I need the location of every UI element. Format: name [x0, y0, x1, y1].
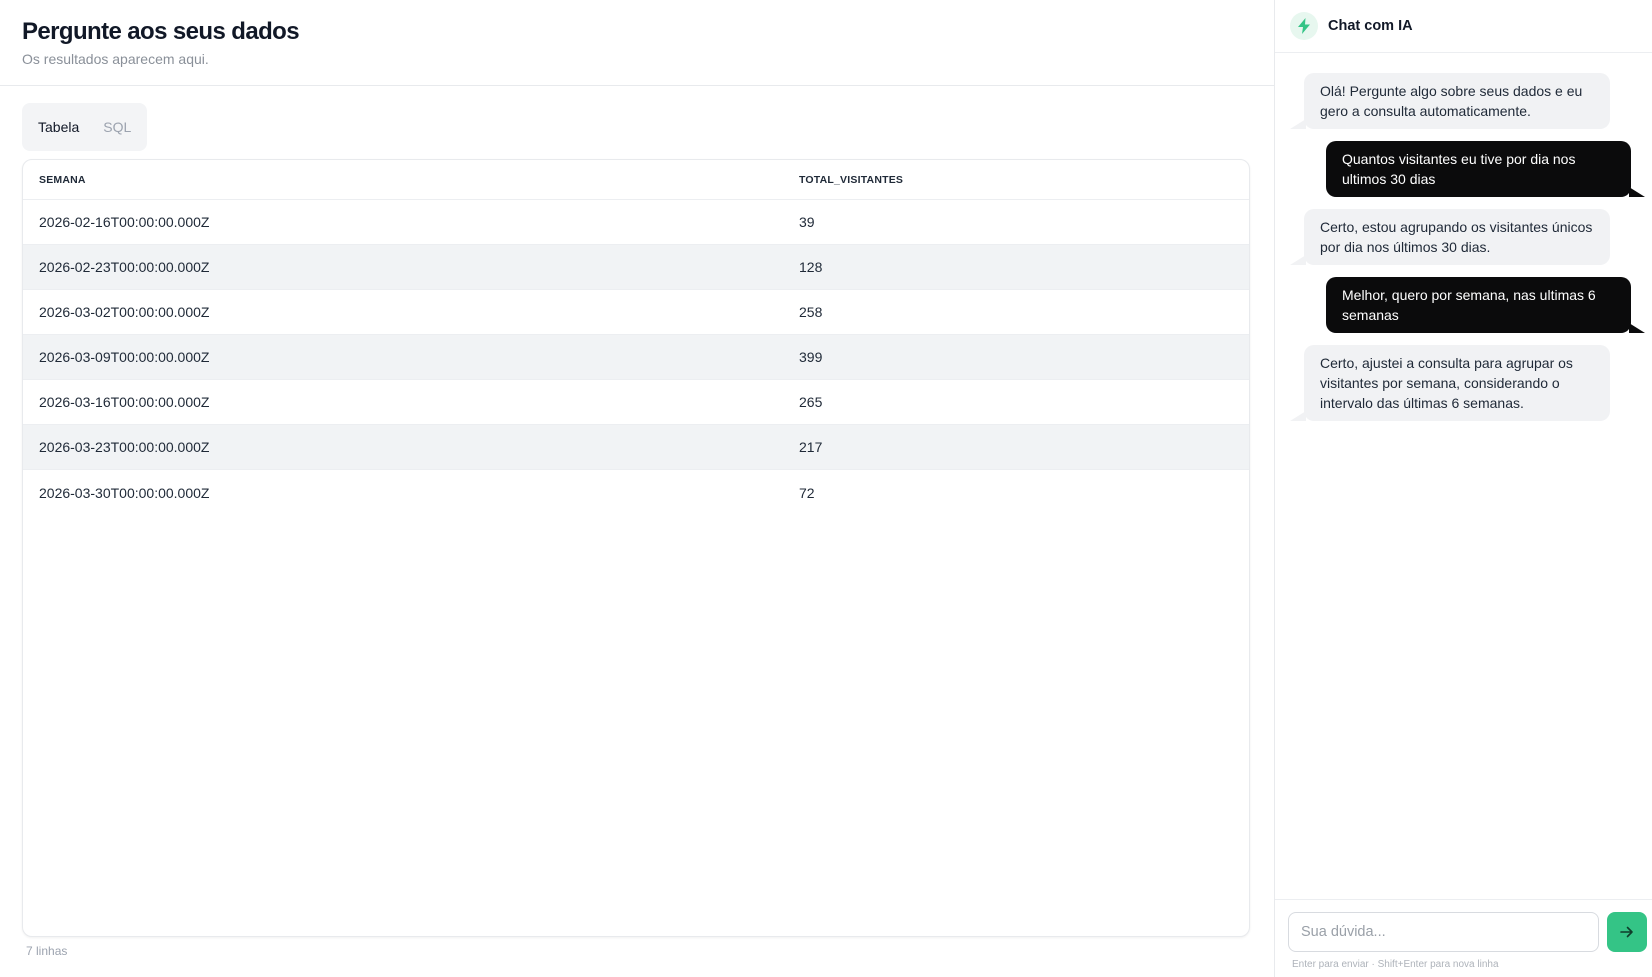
table-row: 2026-02-23T00:00:00.000Z 128	[23, 245, 1249, 290]
table-row: 2026-03-16T00:00:00.000Z 265	[23, 380, 1249, 425]
table-row: 2026-03-23T00:00:00.000Z 217	[23, 425, 1249, 470]
results-table: SEMANA TOTAL_VISITANTES 2026-02-16T00:00…	[22, 159, 1250, 937]
lightning-bolt-icon	[1290, 12, 1318, 40]
cell-semana: 2026-03-30T00:00:00.000Z	[39, 484, 210, 501]
column-header-total-visitantes[interactable]: TOTAL_VISITANTES	[799, 174, 903, 186]
ai-message: Olá! Pergunte algo sobre seus dados e eu…	[1290, 73, 1610, 129]
cell-total-visitantes: 258	[799, 304, 823, 320]
page-title: Pergunte aos seus dados	[22, 18, 300, 45]
cell-semana: 2026-02-16T00:00:00.000Z	[39, 214, 210, 230]
cell-total-visitantes: 39	[799, 214, 815, 230]
table-row: 2026-02-16T00:00:00.000Z 39	[23, 200, 1249, 245]
cell-semana: 2026-02-23T00:00:00.000Z	[39, 259, 210, 275]
table-header: SEMANA TOTAL_VISITANTES	[23, 160, 1249, 200]
cell-semana: 2026-03-09T00:00:00.000Z	[39, 349, 210, 365]
cell-total-visitantes: 72	[799, 484, 815, 501]
view-tabs: Tabela SQL	[22, 103, 148, 151]
table-body: 2026-02-16T00:00:00.000Z 39 2026-02-23T0…	[23, 200, 1249, 515]
table-row: 2026-03-30T00:00:00.000Z 72	[23, 470, 1249, 515]
cell-total-visitantes: 128	[799, 259, 823, 275]
table-row: 2026-03-09T00:00:00.000Z 399	[23, 335, 1249, 380]
page-header: Pergunte aos seus dados Os resultados ap…	[0, 0, 1274, 86]
ai-message: Certo, ajustei a consulta para agrupar o…	[1290, 345, 1610, 421]
page-subtitle: Os resultados aparecem aqui.	[22, 51, 209, 67]
chat-sidebar: Chat com IA Olá! Pergunte algo sobre seu…	[1274, 0, 1652, 977]
arrow-right-icon	[1620, 925, 1634, 939]
ai-message: Certo, estou agrupando os visitantes úni…	[1290, 209, 1610, 265]
chat-title: Chat com IA	[1328, 18, 1413, 34]
message-list[interactable]: Olá! Pergunte algo sobre seus dados e eu…	[1275, 53, 1652, 899]
cell-semana: 2026-03-23T00:00:00.000Z	[39, 439, 210, 455]
user-message: Quantos visitantes eu tive por dia nos u…	[1326, 141, 1645, 197]
keyboard-hint: Enter para enviar · Shift+Enter para nov…	[1292, 959, 1499, 970]
table-row: 2026-03-02T00:00:00.000Z 258	[23, 290, 1249, 335]
column-header-semana[interactable]: SEMANA	[39, 174, 86, 186]
cell-total-visitantes: 265	[799, 394, 823, 410]
cell-semana: 2026-03-16T00:00:00.000Z	[39, 394, 210, 410]
send-button[interactable]	[1607, 912, 1647, 952]
tab-sql[interactable]: SQL	[103, 119, 131, 135]
user-message: Melhor, quero por semana, nas ultimas 6 …	[1326, 277, 1645, 333]
tab-tabela[interactable]: Tabela	[38, 119, 79, 135]
cell-total-visitantes: 399	[799, 349, 823, 365]
row-count: 7 linhas	[26, 944, 68, 958]
question-input[interactable]	[1288, 912, 1599, 952]
cell-semana: 2026-03-02T00:00:00.000Z	[39, 304, 210, 320]
main-panel: Pergunte aos seus dados Os resultados ap…	[0, 0, 1274, 977]
cell-total-visitantes: 217	[799, 439, 823, 455]
chat-composer: Enter para enviar · Shift+Enter para nov…	[1275, 899, 1652, 977]
chat-header: Chat com IA	[1275, 0, 1652, 53]
